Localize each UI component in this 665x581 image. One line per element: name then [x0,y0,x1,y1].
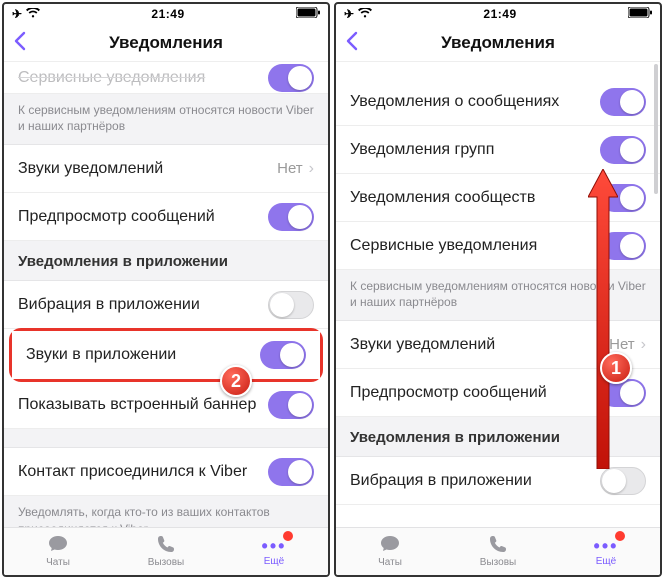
tab-calls[interactable]: Вызовы [444,528,552,575]
more-icon: ••• [594,537,619,555]
page-title: Уведомления [109,33,223,53]
back-button[interactable] [12,31,26,55]
row-preview[interactable]: Предпросмотр сообщений [4,193,328,241]
tab-bar: Чаты Вызовы ••• Ещё [4,527,328,575]
tab-calls[interactable]: Вызовы [112,528,220,575]
toggle-communities[interactable] [600,184,646,212]
row-group-notifications[interactable]: Уведомления групп [336,126,660,174]
airplane-icon: ✈ [344,7,354,21]
status-time: 21:49 [151,7,184,21]
content-right: Уведомления о сообщениях Уведомления гру… [336,62,660,527]
page-title: Уведомления [441,33,555,53]
row-service-notifications[interactable]: Сервисные уведомления [336,222,660,270]
section-inapp: Уведомления в приложении [4,241,328,281]
chevron-right-icon: › [641,336,646,354]
status-bar: ✈ 21:49 [4,4,328,24]
notification-badge [283,531,293,541]
row-sounds-inapp[interactable]: Звуки в приложении [12,331,320,379]
toggle-preview[interactable] [268,203,314,231]
value-sounds: Нет [609,336,635,353]
toggle-vibration[interactable] [268,291,314,319]
notification-badge [615,531,625,541]
more-icon: ••• [262,537,287,555]
row-community-notifications[interactable]: Уведомления сообществ [336,174,660,222]
spacer-note [4,429,328,448]
airplane-icon: ✈ [12,7,22,21]
toggle-sounds-inapp[interactable] [260,341,306,369]
toggle-vibration[interactable] [600,467,646,495]
navbar: Уведомления [4,24,328,62]
toggle-preview[interactable] [600,379,646,407]
tab-chats[interactable]: Чаты [4,528,112,575]
value-sounds: Нет [277,160,303,177]
chat-icon [48,535,68,556]
tab-more[interactable]: ••• Ещё [552,528,660,575]
battery-icon [628,7,652,21]
tab-chats[interactable]: Чаты [336,528,444,575]
navbar: Уведомления [336,24,660,62]
row-vibration[interactable]: Вибрация в приложении [336,457,660,505]
back-button[interactable] [344,31,358,55]
row-vibration[interactable]: Вибрация в приложении [4,281,328,329]
status-bar: ✈ 21:49 [336,4,660,24]
row-msg-notifications[interactable]: Уведомления о сообщениях [336,78,660,126]
toggle-groups[interactable] [600,136,646,164]
phone-icon [489,535,507,556]
note-service: К сервисным уведомлениям относятся новос… [4,94,328,145]
toggle-service[interactable] [268,64,314,92]
note-contact-joined: Уведомлять, когда кто-то из ваших контак… [4,496,328,527]
tab-more[interactable]: ••• Ещё [220,528,328,575]
phone-right: ✈ 21:49 Уведомления Уведомления о сообще… [334,2,662,577]
scroll-indicator[interactable] [654,64,658,194]
row-banner[interactable]: Показывать встроенный баннер [4,381,328,429]
chevron-right-icon: › [309,160,314,178]
wifi-icon [358,7,372,21]
content-left: Сервисные уведомления К сервисным уведом… [4,62,328,527]
toggle-msg[interactable] [600,88,646,116]
row-contact-joined[interactable]: Контакт присоединился к Viber [4,448,328,496]
row-notification-sounds[interactable]: Звуки уведомлений Нет › [4,145,328,193]
battery-icon [296,7,320,21]
phone-icon [157,535,175,556]
tab-bar: Чаты Вызовы ••• Ещё [336,527,660,575]
status-time: 21:49 [483,7,516,21]
note-service: К сервисным уведомлениям относятся новос… [336,270,660,321]
toggle-contact-joined[interactable] [268,458,314,486]
toggle-service[interactable] [600,232,646,260]
wifi-icon [26,7,40,21]
section-inapp: Уведомления в приложении [336,417,660,457]
highlight-box: Звуки в приложении 2 [9,328,323,382]
toggle-banner[interactable] [268,391,314,419]
phone-left: ✈ 21:49 Уведомления Сервисные уведомлени… [2,2,330,577]
row-service-partial[interactable]: Сервисные уведомления [4,62,328,94]
chat-icon [380,535,400,556]
step-badge-1: 1 [600,352,632,384]
